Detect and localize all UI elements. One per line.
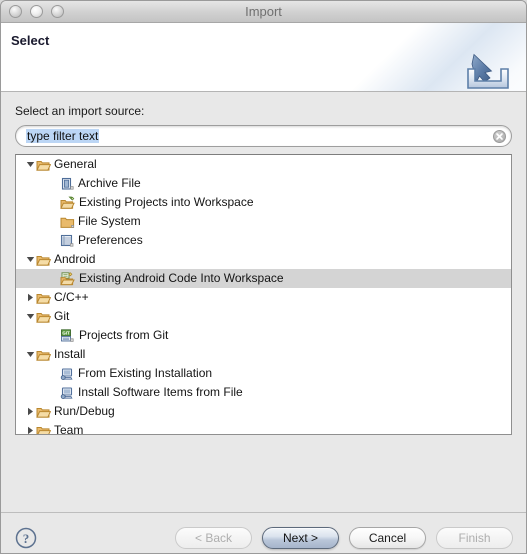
tree-item[interactable]: Git — [16, 307, 511, 326]
filter-input-value[interactable]: type filter text — [26, 129, 100, 143]
import-dialog-window: Import Select Select an import source: t… — [0, 0, 527, 554]
open-folder-icon — [36, 348, 51, 362]
tree-item[interactable]: Team — [16, 421, 511, 435]
tree-item-label: General — [54, 157, 97, 171]
open-folder-icon — [36, 253, 51, 267]
cancel-button[interactable]: Cancel — [349, 527, 426, 549]
open-folder-icon — [36, 405, 51, 419]
finish-button: Finish — [436, 527, 513, 549]
import-arrow-tray-icon — [464, 51, 512, 91]
filter-field[interactable]: type filter text — [15, 125, 512, 147]
open-folder-icon — [36, 424, 51, 434]
window-titlebar: Import — [1, 1, 526, 23]
back-button: < Back — [175, 527, 252, 549]
archive-file-icon — [60, 177, 75, 191]
folder-icon — [60, 215, 75, 229]
tree-item[interactable]: Archive File — [16, 174, 511, 193]
svg-text:GIT: GIT — [62, 330, 70, 335]
svg-text:?: ? — [23, 531, 30, 546]
open-folder-icon — [36, 291, 51, 305]
chevron-down-icon[interactable] — [25, 250, 36, 269]
tree-item-label: Git — [54, 309, 70, 323]
tree-item[interactable]: Existing Projects into Workspace — [16, 193, 511, 212]
tree-item[interactable]: General — [16, 155, 511, 174]
git-projects-icon: GIT — [60, 328, 76, 343]
next-button[interactable]: Next > — [262, 527, 339, 549]
tree-item-label: Existing Android Code Into Workspace — [79, 271, 284, 285]
dialog-footer: ? < Back Next > Cancel Finish — [1, 512, 526, 553]
tree-item-label: Existing Projects into Workspace — [79, 195, 254, 209]
tree-item[interactable]: File System — [16, 212, 511, 231]
dialog-body: Select an import source: type filter tex… — [1, 92, 526, 512]
tree-item-label: Projects from Git — [79, 328, 169, 342]
tree-item[interactable]: Existing Android Code Into Workspace — [16, 269, 511, 288]
tree-item[interactable]: Install Software Items from File — [16, 383, 511, 402]
chevron-right-icon[interactable] — [25, 288, 36, 307]
tree-item[interactable]: C/C++ — [16, 288, 511, 307]
import-android-icon — [60, 271, 76, 286]
tree-item[interactable]: From Existing Installation — [16, 364, 511, 383]
tree-item-label: Archive File — [78, 176, 141, 190]
tree-item-label: Install Software Items from File — [78, 385, 243, 399]
install-source-icon — [60, 367, 75, 381]
import-projects-icon — [60, 196, 76, 210]
tree-item[interactable]: Android — [16, 250, 511, 269]
help-question-icon[interactable]: ? — [15, 527, 37, 553]
open-folder-icon — [36, 310, 51, 324]
open-folder-icon — [36, 158, 51, 172]
install-source-icon — [60, 386, 75, 400]
chevron-down-icon[interactable] — [25, 345, 36, 364]
tree-item[interactable]: Install — [16, 345, 511, 364]
preferences-icon — [60, 234, 75, 248]
chevron-down-icon[interactable] — [25, 307, 36, 326]
footer-button-group: < Back Next > Cancel Finish — [175, 527, 513, 549]
chevron-right-icon[interactable] — [25, 402, 36, 421]
tree-item-label: From Existing Installation — [78, 366, 213, 380]
tree-item[interactable]: GIT Projects from Git — [16, 326, 511, 345]
chevron-down-icon[interactable] — [25, 155, 36, 174]
chevron-right-icon[interactable] — [25, 421, 36, 434]
dialog-header: Select — [1, 23, 526, 92]
tree-item-label: Android — [54, 252, 96, 266]
tree-item[interactable]: Preferences — [16, 231, 511, 250]
window-title: Import — [245, 4, 282, 19]
tree-item[interactable]: Run/Debug — [16, 402, 511, 421]
clear-circle-x-icon[interactable] — [493, 130, 506, 143]
tree-item-label: Preferences — [78, 233, 143, 247]
tree-item-label: C/C++ — [54, 290, 89, 304]
tree-item-label: Team — [54, 423, 84, 435]
tree-item-label: Run/Debug — [54, 404, 115, 418]
tree-item-label: File System — [78, 214, 141, 228]
import-source-tree[interactable]: General Archive File Existing Projects i… — [15, 154, 512, 435]
tree-item-label: Install — [54, 347, 86, 361]
page-title: Select — [11, 33, 50, 48]
import-source-label: Select an import source: — [15, 104, 145, 118]
